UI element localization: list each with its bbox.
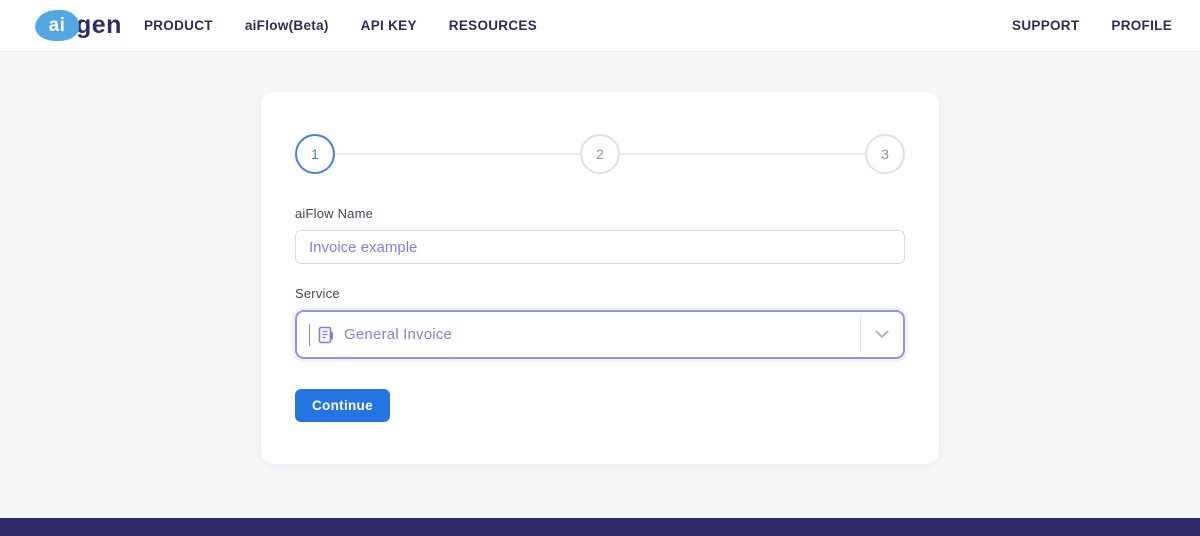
nav-links: PRODUCT aiFlow(Beta) API KEY RESOURCES — [144, 18, 537, 33]
nav-item-profile[interactable]: PROFILE — [1111, 18, 1172, 33]
aiflow-name-input[interactable] — [295, 230, 905, 264]
nav-item-support[interactable]: SUPPORT — [1012, 18, 1079, 33]
text-caret — [309, 323, 310, 346]
step-2-number: 2 — [596, 146, 604, 162]
step-1-number: 1 — [311, 146, 319, 162]
step-1-indicator: 1 — [295, 134, 335, 174]
service-label: Service — [295, 286, 340, 301]
aiflow-name-label: aiFlow Name — [295, 206, 374, 221]
nav-item-aiflow-beta[interactable]: aiFlow(Beta) — [245, 18, 329, 33]
step-connector-line — [620, 153, 865, 155]
continue-button[interactable]: Continue — [295, 389, 390, 422]
step-3-indicator: 3 — [865, 134, 905, 174]
wizard-stepper: 1 2 3 — [295, 134, 905, 174]
main-area: 1 2 3 aiFlow Name Service — [0, 92, 1200, 518]
nav-item-api-key[interactable]: API KEY — [361, 18, 417, 33]
step-2-indicator: 2 — [580, 134, 620, 174]
service-select-value: General Invoice — [344, 326, 453, 343]
logo-text: gen — [76, 11, 122, 39]
nav-item-resources[interactable]: RESOURCES — [449, 18, 537, 33]
invoice-document-icon — [317, 326, 335, 344]
nav-item-product[interactable]: PRODUCT — [144, 18, 213, 33]
step-connector-line — [335, 153, 580, 155]
logo-ai-mark: ai — [35, 10, 79, 41]
nav-right-links: SUPPORT PROFILE — [1012, 18, 1172, 33]
logo[interactable]: ai gen — [35, 10, 122, 41]
service-select[interactable]: General Invoice — [295, 310, 905, 359]
footer: © 2023 AI GEN CO., LTD Privacy Policy Te… — [0, 518, 1200, 536]
chevron-down-icon[interactable] — [861, 330, 903, 339]
wizard-card: 1 2 3 aiFlow Name Service — [261, 92, 939, 464]
step-3-number: 3 — [881, 146, 889, 162]
top-nav: ai gen PRODUCT aiFlow(Beta) API KEY RESO… — [0, 0, 1200, 52]
